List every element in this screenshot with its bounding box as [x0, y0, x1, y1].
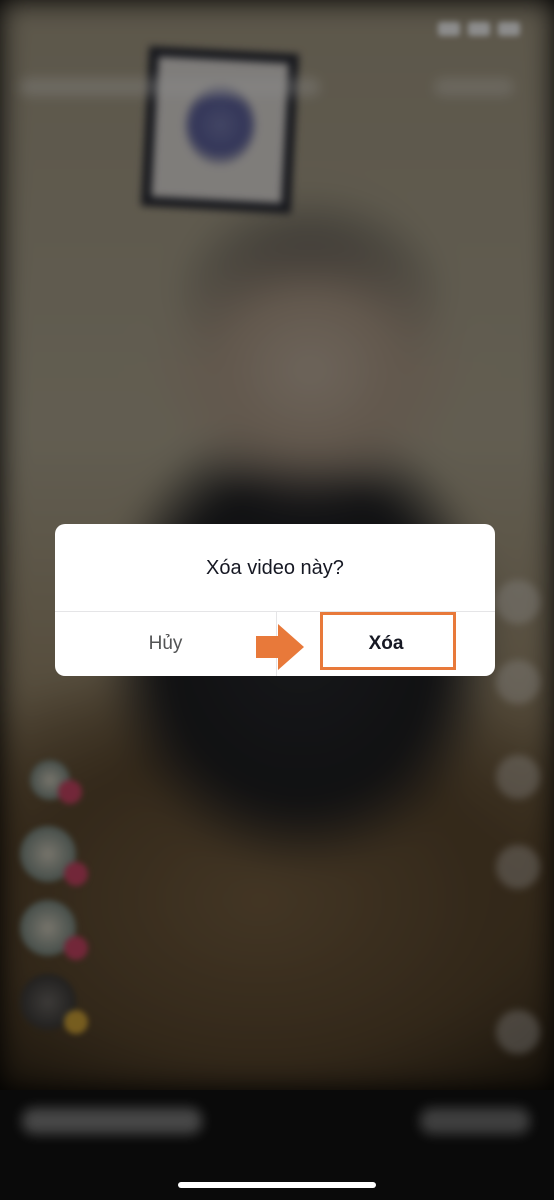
delete-confirmation-dialog: Xóa video này? Hủy Xóa: [55, 524, 495, 676]
screen: Xóa video này? Hủy Xóa: [0, 0, 554, 1200]
cancel-button[interactable]: Hủy: [55, 612, 276, 676]
dialog-title: Xóa video này?: [206, 556, 344, 579]
bottom-bar-right-blurred: [420, 1108, 530, 1134]
delete-button[interactable]: Xóa: [277, 612, 495, 676]
bottom-bar-left-blurred: [22, 1108, 202, 1134]
home-indicator: [178, 1182, 376, 1188]
